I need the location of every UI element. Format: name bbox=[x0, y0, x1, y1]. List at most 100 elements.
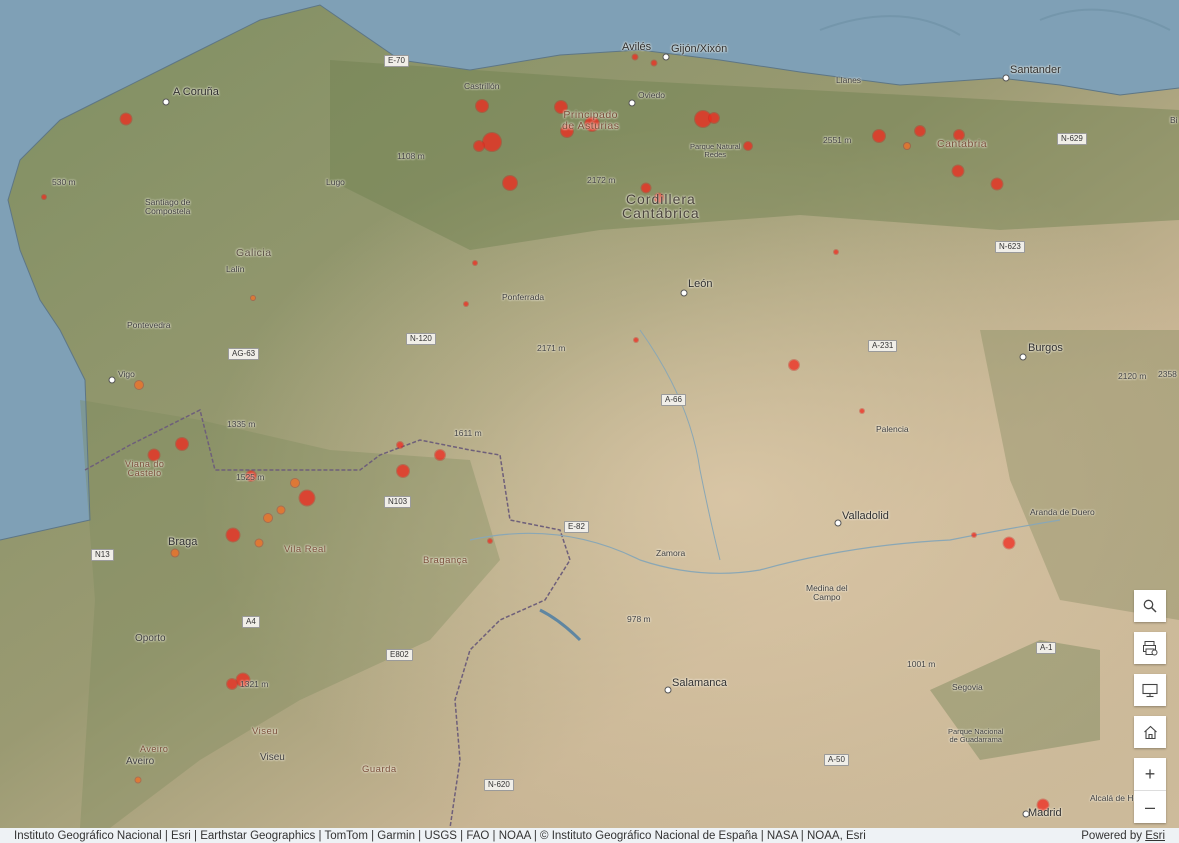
attribution-text: Instituto Geográfico Nacional | Esri | E… bbox=[14, 829, 866, 842]
city-marker bbox=[162, 98, 170, 106]
fire-marker[interactable] bbox=[488, 539, 492, 543]
fire-marker[interactable] bbox=[120, 113, 132, 125]
zoom-in-button[interactable]: + bbox=[1134, 758, 1166, 791]
map-label-llanes: Llanes bbox=[836, 75, 862, 85]
powered-by: Powered by Esri bbox=[1081, 830, 1165, 842]
road-shield: E802 bbox=[386, 649, 413, 661]
city-marker bbox=[664, 686, 672, 694]
map-label-santander: Santander bbox=[1010, 64, 1061, 76]
fire-marker[interactable] bbox=[503, 176, 517, 190]
print-icon bbox=[1143, 641, 1158, 656]
fire-marker[interactable] bbox=[397, 442, 403, 448]
fire-marker[interactable] bbox=[251, 296, 255, 300]
map-label-cantabria: Cantabria bbox=[937, 138, 988, 150]
fire-marker[interactable] bbox=[476, 100, 488, 112]
city-marker bbox=[834, 519, 842, 527]
fire-marker[interactable] bbox=[464, 302, 468, 306]
road-shield: AG-63 bbox=[228, 348, 260, 360]
fire-marker[interactable] bbox=[135, 381, 143, 389]
print-button[interactable] bbox=[1134, 632, 1166, 664]
fire-marker[interactable] bbox=[474, 141, 484, 151]
fire-marker[interactable] bbox=[834, 250, 838, 254]
road-shield: N-623 bbox=[995, 241, 1025, 253]
map-label-valladolid: Valladolid bbox=[842, 510, 889, 522]
map-label-cordillera: Cordillera Cantábrica bbox=[622, 191, 700, 221]
fire-marker[interactable] bbox=[171, 549, 179, 557]
esri-link[interactable]: Esri bbox=[1145, 830, 1165, 842]
map-label-aviles: Avilés bbox=[622, 41, 652, 53]
map-label-vila-real: Vila Real bbox=[284, 544, 327, 555]
map-label-santiago: Santiago de Compostela bbox=[145, 197, 191, 216]
city-marker bbox=[1002, 74, 1010, 82]
fire-marker[interactable] bbox=[473, 261, 477, 265]
road-shield: A4 bbox=[242, 616, 260, 628]
fire-marker[interactable] bbox=[227, 679, 237, 689]
elevation-label: 1321 m bbox=[240, 679, 269, 689]
map-label-oviedo: Oviedo bbox=[638, 90, 665, 100]
home-icon bbox=[1143, 725, 1157, 739]
powered-by-label: Powered by bbox=[1081, 829, 1142, 842]
fire-marker[interactable] bbox=[632, 54, 638, 60]
fire-marker[interactable] bbox=[789, 360, 799, 370]
map-label-segovia: Segovia bbox=[952, 682, 983, 692]
fire-marker[interactable] bbox=[634, 338, 638, 342]
fire-marker[interactable] bbox=[397, 465, 409, 477]
fire-marker[interactable] bbox=[952, 165, 964, 177]
road-shield: N-629 bbox=[1057, 133, 1087, 145]
road-shield: N-120 bbox=[406, 333, 436, 345]
fire-marker[interactable] bbox=[972, 533, 976, 537]
fire-marker[interactable] bbox=[226, 528, 240, 542]
home-button[interactable] bbox=[1134, 716, 1166, 748]
elevation-label: 1611 m bbox=[454, 428, 482, 438]
road-shield: N103 bbox=[384, 496, 412, 508]
fire-marker[interactable] bbox=[277, 506, 285, 514]
fire-marker[interactable] bbox=[255, 539, 263, 547]
fire-marker[interactable] bbox=[291, 479, 299, 487]
fire-marker[interactable] bbox=[744, 142, 752, 150]
map-label-zamora: Zamora bbox=[656, 548, 686, 558]
fire-marker[interactable] bbox=[904, 143, 910, 149]
map-label-lalin: Lalín bbox=[226, 264, 245, 274]
elevation-label: 1525 m bbox=[236, 472, 265, 482]
map-label-guadarrama: Parque Nacional de Guadarrama bbox=[948, 727, 1004, 744]
map-label-braga: Braga bbox=[168, 536, 198, 548]
fire-marker[interactable] bbox=[42, 195, 46, 199]
fire-marker[interactable] bbox=[915, 126, 925, 136]
road-shield: A-231 bbox=[868, 340, 898, 352]
road-shield: E-70 bbox=[384, 55, 409, 67]
map-label-salamanca: Salamanca bbox=[672, 677, 728, 689]
fire-marker[interactable] bbox=[1003, 537, 1015, 549]
road-shield: N13 bbox=[91, 549, 114, 561]
map-label-castrillon: Castrillón bbox=[464, 81, 500, 91]
city-marker bbox=[680, 289, 688, 297]
fire-marker[interactable] bbox=[860, 409, 864, 413]
elevation-label: 2171 m bbox=[537, 343, 566, 353]
fire-marker[interactable] bbox=[264, 514, 272, 522]
map-label-aveiro-region: Aveiro bbox=[140, 744, 169, 754]
map-label-bi: Bi bbox=[1170, 115, 1178, 125]
road-shield: A-50 bbox=[824, 754, 849, 766]
search-button[interactable] bbox=[1134, 590, 1166, 622]
map-label-oporto: Oporto bbox=[135, 633, 166, 644]
zoom-out-button[interactable]: – bbox=[1134, 791, 1166, 823]
map-widgets: + – bbox=[1134, 590, 1166, 823]
fullscreen-button[interactable] bbox=[1134, 674, 1166, 706]
fire-marker[interactable] bbox=[991, 178, 1003, 190]
map-label-gijon: Gijón/Xixón bbox=[671, 43, 728, 55]
map-label-asturias: Principado de Asturias bbox=[562, 109, 620, 132]
elevation-label: 978 m bbox=[627, 614, 651, 624]
fire-marker[interactable] bbox=[135, 777, 141, 783]
elevation-label: 1001 m bbox=[907, 659, 936, 669]
city-marker bbox=[662, 53, 670, 61]
fire-marker[interactable] bbox=[651, 60, 657, 66]
fire-marker[interactable] bbox=[873, 130, 885, 142]
fire-marker[interactable] bbox=[176, 438, 188, 450]
fire-marker[interactable] bbox=[435, 450, 445, 460]
elevation-label: 530 m bbox=[52, 177, 76, 187]
fire-marker[interactable] bbox=[709, 113, 719, 123]
fire-marker[interactable] bbox=[483, 133, 501, 151]
fire-marker[interactable] bbox=[299, 490, 315, 506]
map-view[interactable]: A Coruña Avilés Gijón/Xixón Castrillón O… bbox=[0, 0, 1179, 828]
elevation-label: 2172 m bbox=[587, 175, 616, 185]
city-marker bbox=[1019, 353, 1027, 361]
